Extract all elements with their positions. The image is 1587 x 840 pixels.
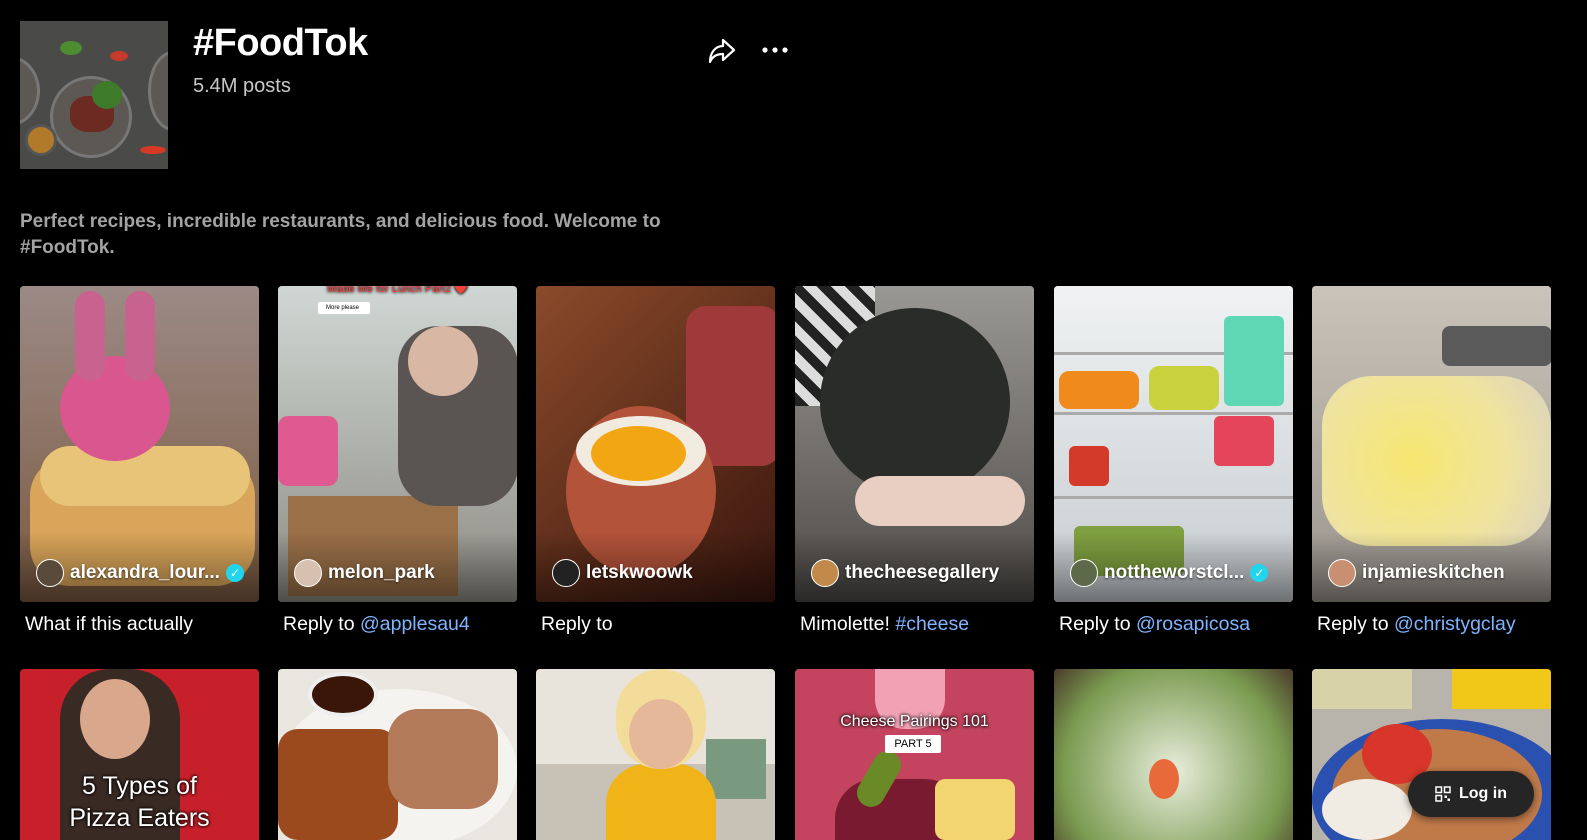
- hashtag-cover-image: [20, 21, 168, 169]
- video-thumbnail[interactable]: Made Me for Lunch Part2 ❤️ More please m…: [278, 286, 517, 602]
- qr-code-icon: [1435, 786, 1451, 802]
- caption-text: What if this actually: [25, 613, 193, 635]
- caption-text: Mimolette!: [800, 613, 896, 635]
- part-badge-text: PART 5: [894, 738, 932, 750]
- video-author[interactable]: thecheesegallery: [811, 559, 999, 587]
- video-card[interactable]: injamieskitchen Reply to @christygclay: [1312, 286, 1551, 637]
- video-thumbnail[interactable]: Cheese Pairings 101 PART 5: [795, 669, 1034, 840]
- part-badge: PART 5: [885, 735, 941, 753]
- video-thumbnail[interactable]: letskwoowk: [536, 286, 775, 602]
- caption-text: Reply to: [283, 613, 360, 635]
- caption-mention-link[interactable]: @rosapicosa: [1136, 613, 1250, 635]
- video-thumbnail[interactable]: alexandra_lour... ✓: [20, 286, 259, 602]
- video-card[interactable]: [1054, 669, 1293, 840]
- video-card[interactable]: alexandra_lour... ✓ What if this actuall…: [20, 286, 259, 637]
- more-options-button[interactable]: [758, 33, 792, 67]
- video-author[interactable]: letskwoowk: [552, 559, 693, 587]
- caption-mention-link[interactable]: @applesau4: [360, 613, 470, 635]
- avatar: [1328, 559, 1356, 587]
- more-dots-icon: [762, 47, 788, 53]
- video-card[interactable]: nottheworstcl... ✓ Reply to @rosapicosa: [1054, 286, 1293, 637]
- video-card[interactable]: thecheesegallery Mimolette! #cheese: [795, 286, 1034, 637]
- author-name: nottheworstcl...: [1104, 562, 1245, 583]
- share-arrow-icon: [708, 38, 736, 64]
- video-overlay-text: Cheese Pairings 101: [840, 713, 989, 730]
- caption-hashtag-link[interactable]: #cheese: [895, 613, 969, 635]
- login-label: Log in: [1459, 785, 1507, 802]
- hashtag-description: Perfect recipes, incredible restaurants,…: [20, 211, 661, 258]
- author-name: letskwoowk: [586, 562, 693, 583]
- avatar: [36, 559, 64, 587]
- caption-mention-link[interactable]: @christygclay: [1394, 613, 1516, 635]
- video-card[interactable]: letskwoowk Reply to: [536, 286, 775, 637]
- verified-icon: ✓: [1250, 564, 1269, 582]
- page-title: #FoodTok: [193, 22, 368, 64]
- avatar: [811, 559, 839, 587]
- author-name: alexandra_lour...: [70, 562, 220, 583]
- caption-text: Reply to: [541, 613, 613, 635]
- video-thumbnail[interactable]: [278, 669, 517, 840]
- video-thumbnail[interactable]: [536, 669, 775, 840]
- video-author[interactable]: nottheworstcl... ✓: [1070, 559, 1269, 587]
- avatar: [552, 559, 580, 587]
- video-card[interactable]: Cheese Pairings 101 PART 5: [795, 669, 1034, 840]
- video-caption: Reply to @applesau4: [278, 611, 517, 637]
- login-button[interactable]: Log in: [1408, 771, 1534, 817]
- video-author[interactable]: injamieskitchen: [1328, 559, 1505, 587]
- reply-bubble: More please: [318, 302, 370, 314]
- caption-text: Reply to: [1317, 613, 1394, 635]
- video-thumbnail[interactable]: [1054, 669, 1293, 840]
- video-thumbnail[interactable]: 5 Types of Pizza Eaters: [20, 669, 259, 840]
- video-caption: Reply to @christygclay: [1312, 611, 1551, 637]
- author-name: injamieskitchen: [1362, 562, 1505, 583]
- video-card[interactable]: [278, 669, 517, 840]
- avatar: [294, 559, 322, 587]
- video-thumbnail[interactable]: nottheworstcl... ✓: [1054, 286, 1293, 602]
- video-author[interactable]: melon_park: [294, 559, 435, 587]
- video-author[interactable]: alexandra_lour... ✓: [36, 559, 244, 587]
- reply-bubble-text: More please: [326, 305, 360, 311]
- video-caption: Reply to: [536, 611, 775, 637]
- verified-icon: ✓: [225, 564, 244, 582]
- video-caption: Reply to @rosapicosa: [1054, 611, 1293, 637]
- author-name: melon_park: [328, 562, 435, 583]
- caption-text: Reply to: [1059, 613, 1136, 635]
- video-card[interactable]: [536, 669, 775, 840]
- video-thumbnail[interactable]: injamieskitchen: [1312, 286, 1551, 602]
- video-card[interactable]: Made Me for Lunch Part2 ❤️ More please m…: [278, 286, 517, 637]
- share-button[interactable]: [705, 33, 739, 67]
- post-count: 5.4M posts: [193, 75, 291, 97]
- video-card[interactable]: 5 Types of Pizza Eaters: [20, 669, 259, 840]
- video-caption: What if this actually: [20, 611, 259, 637]
- video-overlay-text: 5 Types of Pizza Eaters: [69, 772, 210, 832]
- author-name: thecheesegallery: [845, 562, 1000, 583]
- video-thumbnail[interactable]: thecheesegallery: [795, 286, 1034, 602]
- video-caption: Mimolette! #cheese: [795, 611, 1034, 637]
- video-overlay-text: Made Me for Lunch Part2 ❤️: [327, 286, 468, 295]
- avatar: [1070, 559, 1098, 587]
